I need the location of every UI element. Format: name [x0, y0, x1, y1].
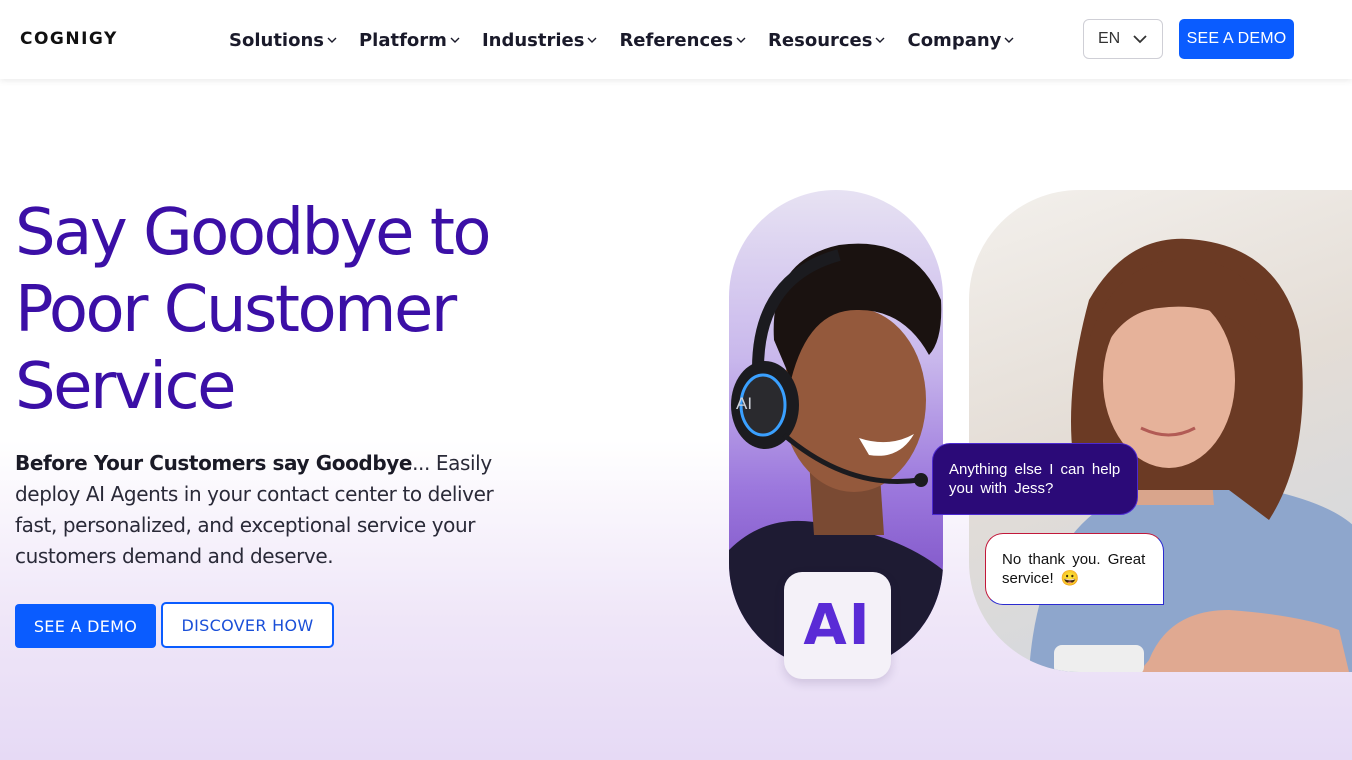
nav-label: Resources — [768, 29, 873, 51]
headline-line-3: Service — [15, 350, 237, 424]
customer-chat-bubble: No thank you. Great service! 😀 — [985, 533, 1164, 605]
nav-label: Company — [907, 29, 1002, 51]
discover-how-button[interactable]: DISCOVER HOW — [161, 602, 334, 648]
chevron-down-icon — [587, 37, 597, 43]
main-nav: Solutions Platform Industries References… — [229, 27, 1036, 53]
nav-platform[interactable]: Platform — [359, 27, 460, 53]
headline-line-1: Say Goodbye to — [15, 196, 492, 270]
site-header: COGNIGY Solutions Platform Industries Re… — [0, 0, 1352, 79]
chevron-down-icon — [1004, 37, 1014, 43]
chevron-down-icon — [875, 37, 885, 43]
nav-industries[interactable]: Industries — [482, 27, 598, 53]
ai-badge-label: AI — [803, 593, 872, 658]
headset-ai-badge: AI — [736, 394, 753, 413]
nav-solutions[interactable]: Solutions — [229, 27, 337, 53]
hero-headline: Say Goodbye to Poor Customer Service — [15, 195, 575, 426]
hero-see-demo-button[interactable]: SEE A DEMO — [15, 604, 156, 648]
chevron-down-icon — [1133, 35, 1147, 44]
nav-label: Platform — [358, 29, 447, 51]
chevron-down-icon — [327, 37, 337, 43]
language-value: EN — [1098, 30, 1121, 47]
chevron-down-icon — [736, 37, 746, 43]
chevron-down-icon — [450, 37, 460, 43]
nav-label: Industries — [481, 29, 585, 51]
headline-line-2: Poor Customer — [15, 273, 457, 347]
agent-chat-bubble: Anything else I can help you with Jess? — [932, 443, 1138, 515]
cognigy-logo[interactable]: COGNIGY — [20, 29, 118, 49]
nav-label: Solutions — [229, 29, 324, 51]
header-see-demo-button[interactable]: SEE A DEMO — [1179, 19, 1294, 59]
hero-subtext: Before Your Customers say Goodbye... Eas… — [15, 448, 505, 572]
language-select[interactable]: EN — [1083, 19, 1163, 59]
nav-resources[interactable]: Resources — [768, 27, 885, 53]
ai-badge-tile: AI — [784, 572, 891, 679]
nav-references[interactable]: References — [619, 27, 746, 53]
nav-company[interactable]: Company — [907, 27, 1014, 53]
hero-subtext-bold: Before Your Customers say Goodbye — [15, 451, 413, 475]
nav-label: References — [619, 29, 734, 51]
